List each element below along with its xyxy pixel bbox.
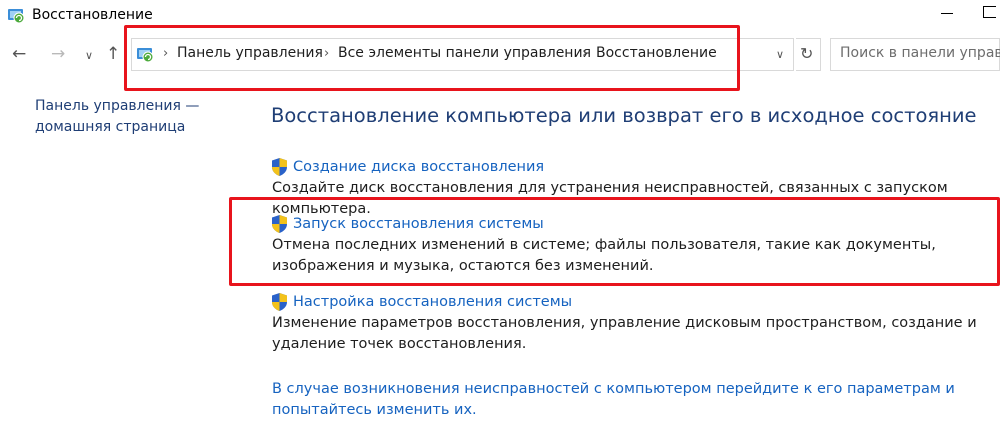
refresh-icon: ↻ xyxy=(800,44,814,63)
control-panel-home-link[interactable]: Панель управления — домашняя страница xyxy=(35,96,235,138)
search-placeholder: Поиск в панели управле xyxy=(840,45,1000,61)
shield-icon xyxy=(272,293,287,311)
address-highlight-box xyxy=(124,25,740,91)
arrow-right-icon: → xyxy=(51,44,66,64)
forward-button[interactable]: → xyxy=(51,45,65,63)
recent-locations-button[interactable]: ∨ xyxy=(85,49,93,62)
reset-pc-link[interactable]: В случае возникновения неисправностей с … xyxy=(272,379,984,421)
window-title: Восстановление xyxy=(32,7,153,23)
chevron-down-icon: ∨ xyxy=(85,49,94,62)
up-button[interactable]: ↑ xyxy=(106,45,120,63)
arrow-up-icon: ↑ xyxy=(106,44,121,64)
chevron-down-icon: ∨ xyxy=(776,48,785,61)
maximize-button[interactable] xyxy=(983,6,996,18)
system-restore-highlight-box xyxy=(229,197,1000,286)
back-button[interactable]: ← xyxy=(12,45,26,63)
minimize-button[interactable] xyxy=(939,4,955,20)
configure-system-restore-description: Изменение параметров восстановления, упр… xyxy=(272,315,977,352)
recovery-app-icon xyxy=(8,9,25,24)
page-title: Восстановление компьютера или возврат ег… xyxy=(271,104,977,127)
shield-icon xyxy=(272,158,287,176)
create-recovery-drive-link[interactable]: Создание диска восстановления xyxy=(293,159,544,175)
address-dropdown-button[interactable]: ∨ xyxy=(776,48,784,61)
arrow-left-icon: ← xyxy=(12,44,27,64)
configure-system-restore-link[interactable]: Настройка восстановления системы xyxy=(293,294,572,310)
